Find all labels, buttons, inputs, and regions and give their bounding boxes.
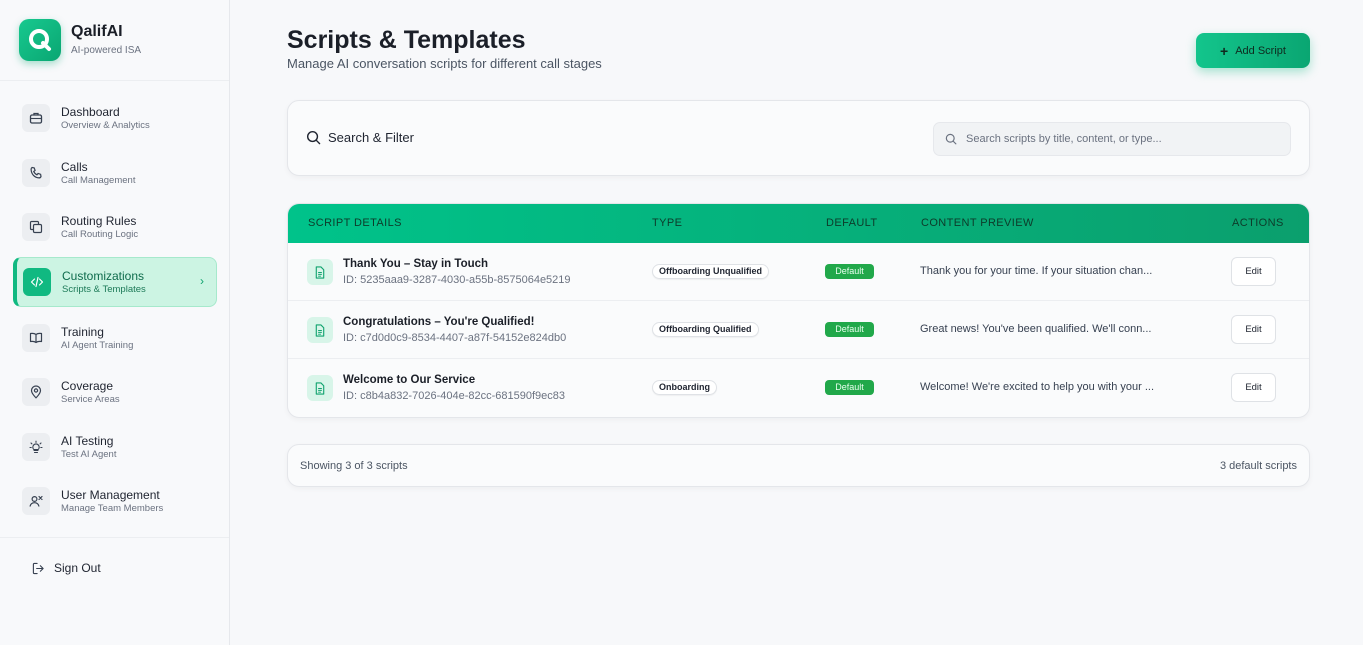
table-row: Thank You – Stay in Touch ID: 5235aaa9-3… [288, 243, 1309, 301]
sidebar-item-desc: Call Routing Logic [61, 228, 139, 240]
sidebar-item-label: Coverage [61, 378, 114, 393]
page-title: Scripts & Templates [287, 26, 526, 54]
brand[interactable]: QalifAI AI-powered ISA [19, 19, 141, 61]
search-icon [945, 133, 957, 145]
book-open-icon [22, 324, 50, 352]
sidebar-item-training[interactable]: Training AI Agent Training [13, 313, 217, 363]
edit-button[interactable]: Edit [1231, 257, 1276, 286]
sidebar-item-desc: Overview & Analytics [61, 119, 150, 131]
brand-name: QalifAI [71, 23, 123, 40]
sidebar-divider [0, 80, 229, 81]
search-filter-heading: Search & Filter [306, 130, 414, 145]
phone-icon [22, 159, 50, 187]
default-badge: Default [825, 380, 874, 395]
script-id: ID: c7d0d0c9-8534-4407-a87f-54152e824db0 [343, 332, 567, 344]
search-input[interactable] [966, 133, 1276, 145]
sidebar-item-label: Customizations [62, 268, 145, 283]
sidebar-item-ai-testing[interactable]: AI Testing Test AI Agent [13, 422, 217, 472]
add-script-label: Add Script [1235, 44, 1286, 57]
sidebar-item-desc: Call Management [61, 174, 136, 186]
chevron-right-icon: › [200, 274, 204, 288]
sidebar-item-routing-rules[interactable]: Routing Rules Call Routing Logic [13, 202, 217, 252]
file-text-icon [307, 259, 333, 285]
script-title: Welcome to Our Service [343, 374, 476, 386]
sidebar-item-label: Training [61, 324, 104, 339]
sidebar: QalifAI AI-powered ISA Dashboard Overvie… [0, 0, 230, 645]
plus-icon: + [1220, 42, 1229, 59]
showing-count: Showing 3 of 3 scripts [300, 460, 408, 472]
table-row: Congratulations – You're Qualified! ID: … [288, 301, 1309, 359]
lightbulb-icon [22, 433, 50, 461]
search-box[interactable] [933, 122, 1291, 156]
sign-out-label: Sign Out [54, 561, 101, 575]
search-filter-title: Search & Filter [328, 130, 414, 145]
column-header-type: Type [652, 217, 683, 229]
script-title: Congratulations – You're Qualified! [343, 316, 535, 328]
default-badge: Default [825, 322, 874, 337]
sidebar-item-desc: Service Areas [61, 393, 120, 405]
sidebar-item-label: User Management [61, 487, 160, 502]
search-filter-card: Search & Filter [287, 100, 1310, 176]
edit-button[interactable]: Edit [1231, 373, 1276, 402]
content-preview: Great news! You've been qualified. We'll… [920, 323, 1152, 335]
sidebar-item-desc: Test AI Agent [61, 448, 117, 460]
type-badge: Offboarding Unqualified [652, 264, 769, 279]
script-id: ID: c8b4a832-7026-404e-82cc-681590f9ec83 [343, 390, 565, 402]
file-text-icon [307, 317, 333, 343]
default-count: 3 default scripts [1219, 460, 1297, 472]
sidebar-item-desc: Manage Team Members [61, 502, 164, 514]
sidebar-item-dashboard[interactable]: Dashboard Overview & Analytics [13, 93, 217, 143]
log-out-icon [32, 562, 44, 574]
script-id: ID: 5235aaa9-3287-4030-a55b-8575064e5219 [343, 274, 571, 286]
sidebar-item-coverage[interactable]: Coverage Service Areas [13, 367, 217, 417]
sidebar-divider [0, 537, 229, 538]
add-script-button[interactable]: + Add Script [1196, 33, 1310, 68]
sidebar-item-label: AI Testing [61, 433, 114, 448]
edit-button[interactable]: Edit [1231, 315, 1276, 344]
page-subtitle: Manage AI conversation scripts for diffe… [287, 56, 602, 71]
brand-tagline: AI-powered ISA [71, 45, 142, 56]
table-row: Welcome to Our Service ID: c8b4a832-7026… [288, 359, 1309, 417]
sidebar-item-desc: AI Agent Training [61, 339, 134, 351]
content-preview: Welcome! We're excited to help you with … [920, 381, 1155, 393]
column-header-actions: Actions [1232, 217, 1284, 229]
map-pin-icon [22, 378, 50, 406]
sidebar-item-label: Routing Rules [61, 213, 137, 228]
script-title: Thank You – Stay in Touch [343, 258, 489, 270]
copy-icon [22, 213, 50, 241]
content-preview: Thank you for your time. If your situati… [920, 265, 1153, 277]
column-header-script-details: Script Details [308, 217, 402, 229]
sidebar-item-desc: Scripts & Templates [62, 283, 146, 295]
search-icon [306, 130, 321, 145]
default-badge: Default [825, 264, 874, 279]
sidebar-item-customizations[interactable]: Customizations Scripts & Templates › [13, 257, 217, 307]
code-icon [23, 268, 51, 296]
scripts-table: Script Details Type Default Content Prev… [287, 203, 1310, 418]
sidebar-item-label: Calls [61, 159, 88, 174]
type-badge: Onboarding [652, 380, 717, 395]
column-header-content-preview: Content Preview [921, 217, 1034, 229]
sign-out-button[interactable]: Sign Out [32, 561, 101, 575]
table-header: Script Details Type Default Content Prev… [288, 204, 1309, 243]
user-x-icon [22, 487, 50, 515]
sidebar-item-label: Dashboard [61, 104, 120, 119]
qalifai-logo-icon [19, 19, 61, 61]
table-footer: Showing 3 of 3 scripts 3 default scripts [287, 444, 1310, 487]
sidebar-item-user-management[interactable]: User Management Manage Team Members [13, 476, 217, 526]
sidebar-item-calls[interactable]: Calls Call Management [13, 148, 217, 198]
briefcase-icon [22, 104, 50, 132]
file-text-icon [307, 375, 333, 401]
type-badge: Offboarding Qualified [652, 322, 759, 337]
column-header-default: Default [826, 217, 878, 229]
